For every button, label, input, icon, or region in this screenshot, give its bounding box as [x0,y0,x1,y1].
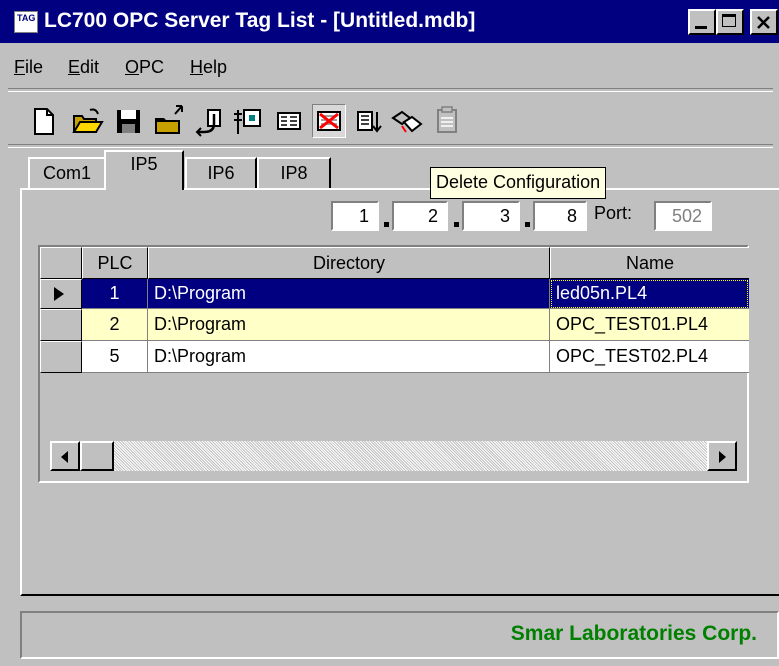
menu-help[interactable]: Help [190,57,227,78]
report-button [430,104,464,138]
tab-ip5[interactable]: IP5 [104,150,184,190]
minimize-button[interactable] [688,9,716,35]
menu-edit[interactable]: Edit [68,57,99,78]
export-icon [195,109,221,137]
ip-octet-3[interactable]: 3 [462,201,520,231]
menu-opc-mnemonic: O [125,57,140,77]
status-bar: Smar Laboratories Corp. [20,611,779,659]
table-cell-plc[interactable]: 1 [82,279,148,309]
sort-button[interactable] [352,104,386,138]
maximize-button[interactable] [716,9,744,35]
import-icon [234,109,261,134]
save-disk-icon [117,110,140,133]
menu-file[interactable]: File [14,57,43,78]
app-icon[interactable]: TAG [14,11,38,33]
new-document-icon [34,108,54,135]
window-title: LC700 OPC Server Tag List - [Untitled.md… [44,9,476,32]
row-indicator[interactable] [40,341,82,373]
menu-help-label: elp [203,57,228,77]
port-label: Port: [594,203,633,223]
ip-separator [384,222,389,227]
close-icon [757,16,770,29]
scroll-thumb[interactable] [80,441,114,471]
plc-link-icon [391,110,423,133]
tooltip: Delete Configuration [430,167,607,199]
menu-opc[interactable]: OPC [125,57,164,78]
scroll-left-button[interactable] [50,441,80,471]
ip-octet-4[interactable]: 8 [533,201,587,231]
menu-help-mnemonic: H [190,57,203,77]
tab-ip6[interactable]: IP6 [185,157,257,189]
plc-link-button[interactable] [390,104,424,138]
menu-file-label: ile [25,57,44,77]
import-button[interactable] [230,104,264,138]
export-button[interactable] [192,104,226,138]
ip-octet-1[interactable]: 1 [331,201,379,231]
view-button[interactable] [272,104,306,138]
ip-octet-2[interactable]: 2 [392,201,448,231]
ip-separator [525,222,530,227]
port-field[interactable]: 502 [654,201,712,231]
tab-com1-label: Com1 [42,163,91,183]
menu-separator [8,88,773,92]
table-cell-plc[interactable]: 2 [82,309,148,341]
table-cell-directory[interactable]: D:\Program [148,279,550,309]
maximize-icon [722,14,736,27]
delete-configuration-icon [317,111,341,131]
upload-folder-icon [155,105,183,134]
tab-com1[interactable]: Com1 [28,157,106,189]
plc-grid[interactable]: PLC Directory Name 1 D:\Program led05n.P… [38,245,749,483]
arrow-right-icon [719,451,726,463]
grid-corner [40,247,82,279]
disabled-report-icon [437,106,457,133]
new-button[interactable] [26,104,60,138]
current-row-arrow-icon [54,287,64,301]
menu-file-mnemonic: F [14,57,25,77]
column-header-name[interactable]: Name [550,247,749,279]
delete-configuration-button[interactable] [312,104,346,138]
tab-ip5-label: IP5 [130,154,158,174]
status-text: Smar Laboratories Corp. [510,622,757,645]
row-indicator[interactable] [40,309,82,341]
tab-ip6-label: IP6 [207,163,235,183]
title-bar[interactable]: TAG LC700 OPC Server Tag List - [Untitle… [0,0,779,43]
column-header-plc[interactable]: PLC [82,247,148,279]
scroll-right-button[interactable] [707,441,737,471]
table-cell-directory[interactable]: D:\Program [148,341,550,373]
table-cell-name[interactable]: OPC_TEST01.PL4 [550,309,749,341]
table-cell-plc[interactable]: 5 [82,341,148,373]
tab-ip8[interactable]: IP8 [257,157,331,189]
table-cell-directory[interactable]: D:\Program [148,309,550,341]
tab-ip8-label: IP8 [280,163,308,183]
ip-separator [454,222,459,227]
menu-opc-label: PC [139,57,165,77]
scroll-track[interactable] [80,441,707,471]
row-indicator[interactable] [40,279,82,309]
open-button[interactable] [70,104,104,138]
toolbar-separator [8,144,773,148]
app-icon-label: TAG [17,13,36,23]
upload-button[interactable] [152,104,186,138]
menu-edit-label: dit [80,57,100,77]
table-cell-name[interactable]: OPC_TEST02.PL4 [550,341,749,373]
table-cell-name[interactable]: led05n.PL4 [550,279,749,309]
open-folder-icon [72,108,104,133]
minimize-icon [695,26,707,29]
view-list-icon [277,112,301,130]
sort-icon [357,111,382,133]
horizontal-scrollbar[interactable] [50,441,737,473]
close-button[interactable] [750,9,778,35]
arrow-left-icon [61,451,68,463]
menu-edit-mnemonic: E [68,57,81,77]
column-header-directory[interactable]: Directory [148,247,550,279]
save-button[interactable] [112,104,146,138]
